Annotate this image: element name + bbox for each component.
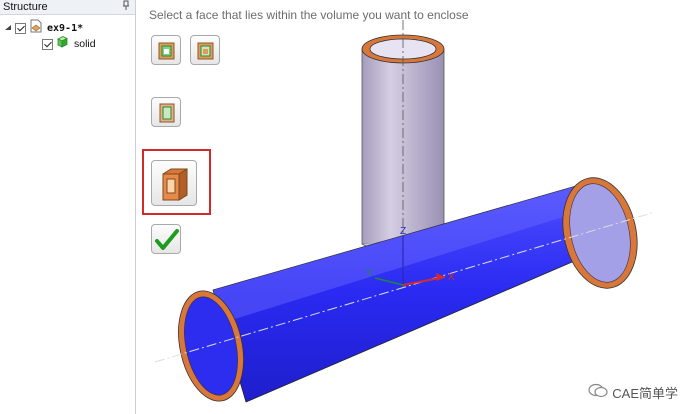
z-axis-label: Z (400, 226, 406, 237)
watermark-text: CAE简单学 (612, 386, 678, 401)
y-axis-label: Y (366, 268, 373, 279)
box-select-icon (158, 42, 175, 60)
solid-body-icon (56, 35, 69, 53)
cap-face-tool-button[interactable] (151, 97, 181, 127)
pin-icon[interactable] (122, 0, 131, 16)
tree-item-solid[interactable]: solid (42, 36, 96, 52)
collapse-triangle-icon[interactable] (4, 24, 12, 32)
structure-panel-header: Structure (0, 0, 135, 15)
tree-item-solid-label: solid (74, 38, 96, 50)
structure-panel: Structure ex9-1* solid (0, 0, 136, 414)
tree-item-part[interactable]: ex9-1* (4, 19, 84, 38)
box-select-alt-icon (197, 42, 214, 60)
tree-item-part-label: ex9-1* (47, 22, 84, 34)
select-body-alt-tool-button[interactable] (190, 35, 220, 65)
wechat-icon (588, 383, 608, 402)
cap-face-icon (159, 103, 175, 123)
complete-tool-button[interactable] (151, 224, 181, 254)
watermark: CAE简单学 (588, 383, 678, 402)
structure-panel-title: Structure (3, 1, 48, 13)
select-body-tool-button[interactable] (151, 35, 181, 65)
tree-item-solid-checkbox[interactable] (42, 38, 53, 50)
x-axis-label: X (448, 272, 455, 283)
part-document-icon (29, 19, 43, 38)
checkmark-icon (155, 229, 179, 250)
tree-item-part-checkbox[interactable] (15, 22, 26, 34)
enclose-tool-highlight (142, 149, 211, 215)
